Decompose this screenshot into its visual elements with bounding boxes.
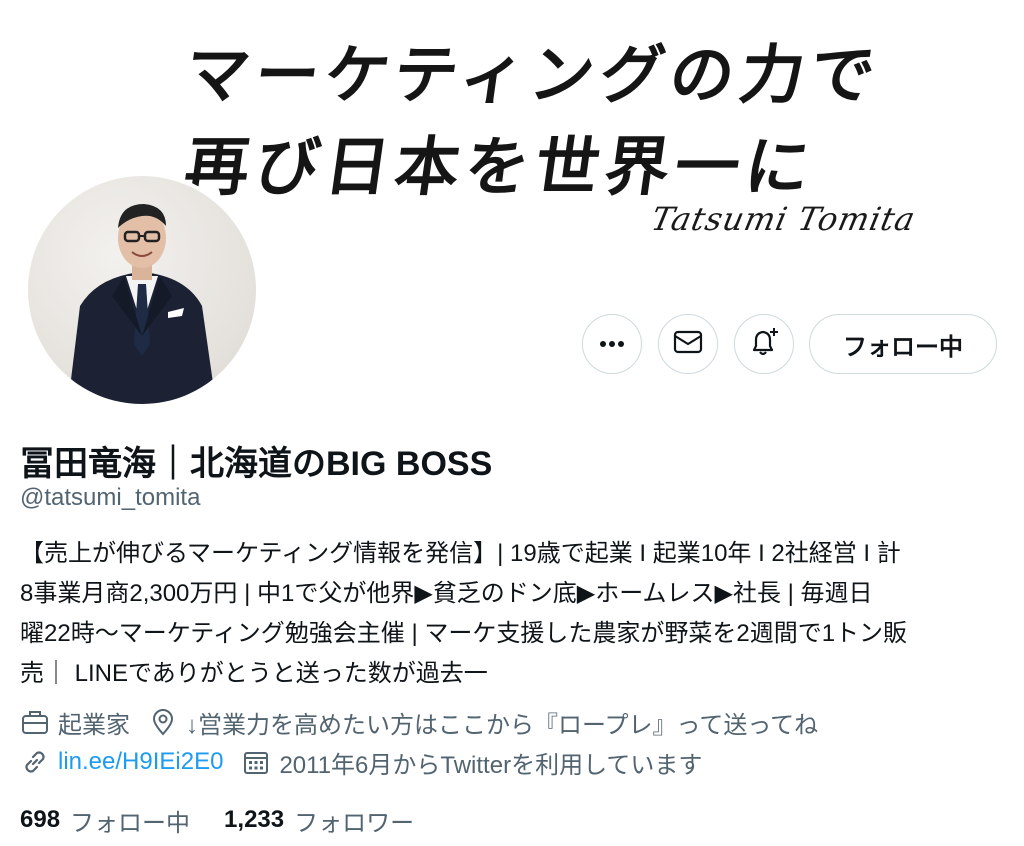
user-handle: @tatsumi_tomita (20, 484, 201, 511)
joined-item: 2011年6月からTwitterを利用しています (241, 745, 702, 780)
location-item: ↓営業力を高めたい方はここから『ロープレ』って送ってね (148, 705, 818, 740)
location-label: ↓営業力を高めたい方はここから『ロープレ』って送ってね (186, 711, 819, 739)
followers-count: 1,233 (224, 806, 285, 833)
profile-bio: 【売上が伸びるマーケティング情報を発信】| 19歳で起業 I 起業10年 I 2… (20, 534, 1010, 694)
website-item: lin.ee/H9IEi2E0 (20, 747, 223, 777)
briefcase-icon (20, 707, 50, 737)
banner-text-line2: 再び日本を世界一に (179, 130, 821, 205)
display-name: 冨田竜海｜北海道のBIG BOSS (20, 445, 493, 483)
more-button[interactable] (582, 314, 642, 374)
joined-date: 2011年6月からTwitterを利用しています (279, 751, 703, 779)
more-dots-icon (599, 335, 625, 353)
link-icon (20, 747, 50, 777)
following-button[interactable]: フォロー中 (809, 314, 997, 374)
calendar-icon (241, 747, 271, 777)
following-count: 698 (20, 806, 61, 833)
bell-plus-icon (748, 326, 780, 363)
profile-meta-row: 起業家 ↓営業力を高めたい方はここから『ロープレ』って送ってね (20, 704, 836, 740)
follow-stats: 698 フォロー中 1,233 フォロワー (20, 802, 448, 838)
followers-stat[interactable]: 1,233 フォロワー (224, 803, 414, 838)
following-label: フォロー中 (70, 809, 191, 837)
profession-item: 起業家 (20, 705, 130, 740)
website-link[interactable]: lin.ee/H9IEi2E0 (58, 748, 223, 776)
mail-icon (673, 330, 703, 359)
bio-line: 売｜ LINEでありがとうと送った数が過去一 (20, 660, 488, 687)
message-button[interactable] (658, 314, 718, 374)
notifications-button[interactable] (734, 314, 794, 374)
bio-line: 曜22時～マーケティング勉強会主催 | マーケ支援した農家が野菜を2週間で1トン… (20, 620, 908, 647)
banner-text-line1: マーケティングの力で (179, 38, 886, 113)
location-pin-icon (148, 707, 178, 737)
profile-meta-row: lin.ee/H9IEi2E0 2011年6月からTwitterを利用しています (20, 744, 720, 780)
bio-line: 8事業月商2,300万円 | 中1で父が他界▶貧乏のドン底▶ホームレス▶社長 |… (20, 580, 873, 607)
followers-label: フォロワー (294, 809, 415, 837)
bio-line: 【売上が伸びるマーケティング情報を発信】| 19歳で起業 I 起業10年 I 2… (20, 540, 901, 567)
following-stat[interactable]: 698 フォロー中 (20, 803, 190, 838)
profile-actions: フォロー中 (0, 314, 1024, 376)
banner-signature: Tatsumi Tomita (647, 200, 920, 238)
profession-label: 起業家 (58, 711, 130, 739)
